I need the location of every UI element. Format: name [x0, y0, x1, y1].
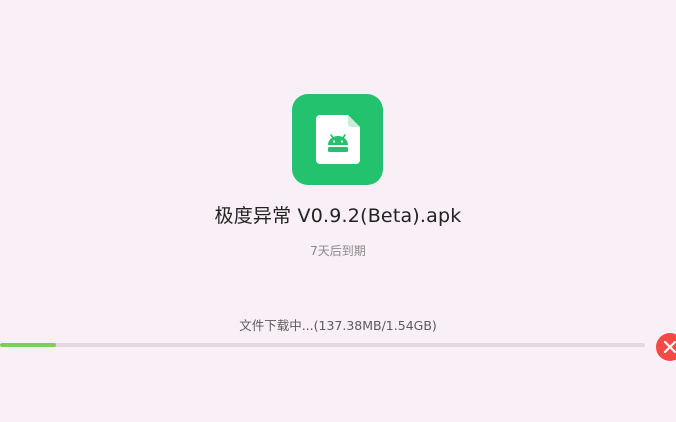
android-apk-file-icon: [316, 115, 360, 164]
expiry-text: 7天后到期: [310, 244, 366, 258]
file-name: 极度异常 V0.9.2(Beta).apk: [214, 205, 462, 227]
app-file-icon: [292, 94, 383, 185]
cancel-download-button[interactable]: [656, 333, 676, 361]
download-progress-bar: [0, 343, 645, 347]
download-status: 文件下载中...(137.38MB/1.54GB): [239, 318, 437, 333]
close-icon: [663, 340, 676, 354]
download-progress-fill: [0, 343, 57, 347]
